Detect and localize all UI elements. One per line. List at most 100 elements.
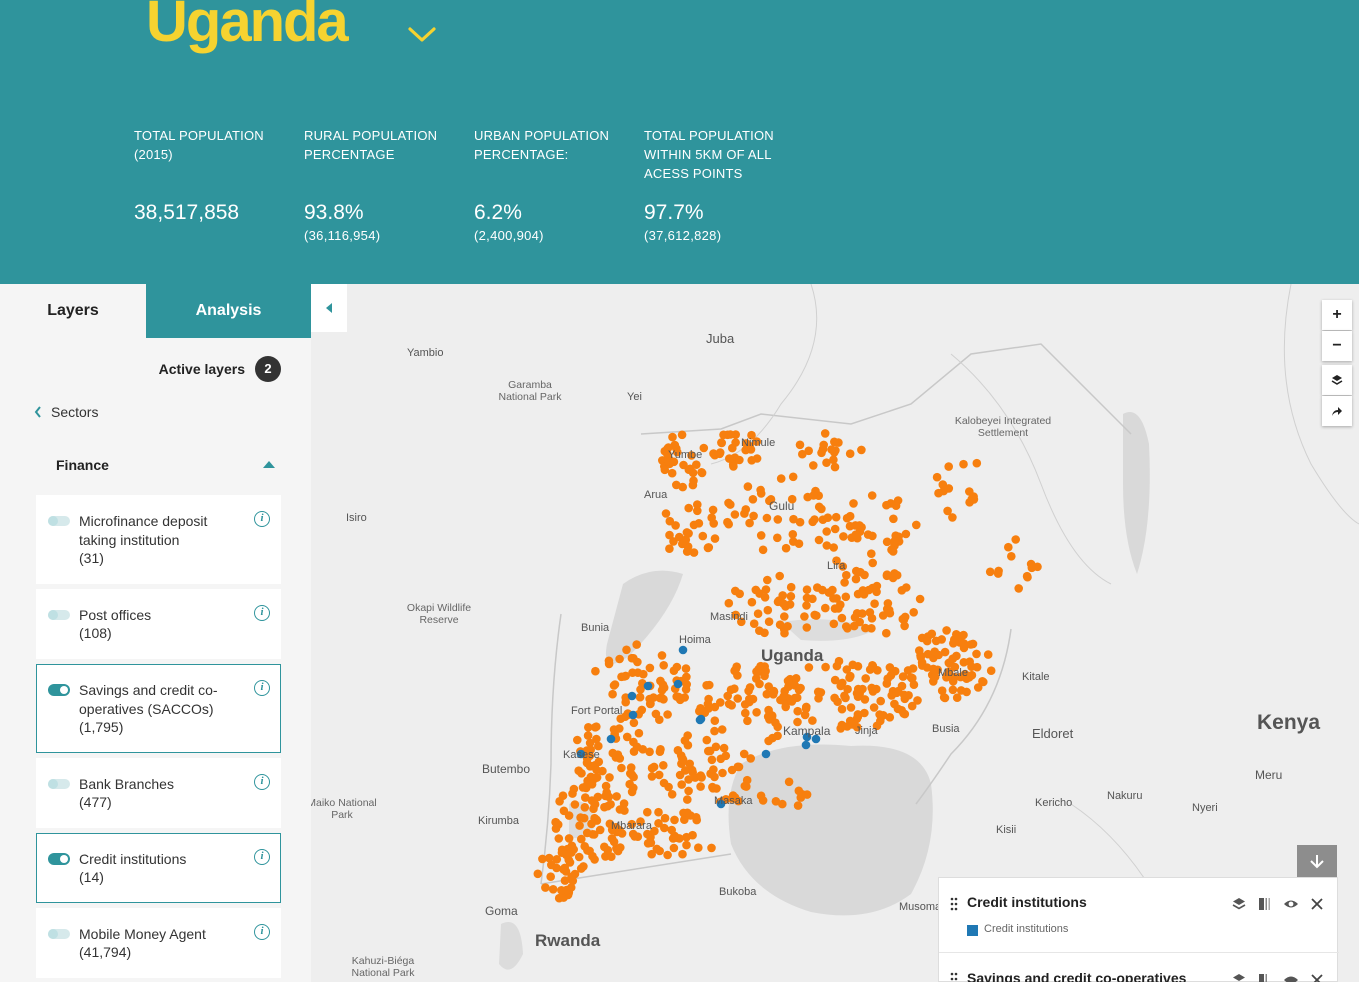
sacco-point[interactable]: [657, 651, 667, 660]
sacco-point[interactable]: [967, 670, 977, 680]
sacco-point[interactable]: [575, 821, 584, 830]
sacco-point[interactable]: [663, 710, 672, 719]
sacco-point[interactable]: [915, 594, 925, 604]
sacco-point[interactable]: [794, 539, 804, 548]
layer-toggle[interactable]: [48, 779, 70, 789]
sacco-point[interactable]: [740, 509, 749, 518]
layer-toggle[interactable]: [48, 610, 70, 620]
sacco-point[interactable]: [684, 503, 693, 513]
sacco-point[interactable]: [748, 495, 758, 504]
sacco-point[interactable]: [659, 661, 668, 670]
sacco-point[interactable]: [595, 825, 605, 835]
sacco-point[interactable]: [868, 558, 877, 568]
sacco-point[interactable]: [551, 818, 561, 827]
share-button[interactable]: [1322, 396, 1352, 426]
sacco-point[interactable]: [709, 519, 718, 528]
sacco-point[interactable]: [972, 458, 982, 468]
sacco-point[interactable]: [665, 544, 674, 553]
layer-toggle[interactable]: [48, 853, 70, 865]
sacco-point[interactable]: [692, 460, 701, 469]
sacco-point[interactable]: [574, 852, 584, 862]
sacco-point[interactable]: [993, 569, 1003, 578]
sacco-point[interactable]: [773, 515, 783, 524]
sacco-point[interactable]: [592, 765, 601, 775]
eye-icon[interactable]: [1283, 972, 1299, 982]
sacco-point[interactable]: [659, 778, 669, 788]
sacco-point[interactable]: [962, 687, 971, 697]
sacco-point[interactable]: [867, 491, 877, 500]
sacco-point[interactable]: [629, 783, 638, 793]
sacco-point[interactable]: [830, 675, 840, 685]
sacco-point[interactable]: [883, 674, 892, 683]
sacco-point[interactable]: [558, 791, 568, 800]
sacco-point[interactable]: [660, 823, 669, 833]
sacco-point[interactable]: [781, 543, 791, 553]
sacco-point[interactable]: [755, 626, 764, 635]
sacco-point[interactable]: [645, 663, 655, 673]
sacco-point[interactable]: [582, 828, 592, 838]
sacco-point[interactable]: [932, 472, 942, 482]
sacco-point[interactable]: [900, 621, 909, 631]
sacco-point[interactable]: [609, 725, 619, 734]
sacco-point[interactable]: [559, 865, 568, 874]
sacco-point[interactable]: [667, 825, 676, 835]
sacco-point[interactable]: [655, 747, 665, 756]
sacco-point[interactable]: [709, 449, 718, 458]
sacco-point[interactable]: [717, 725, 727, 734]
chevron-down-icon[interactable]: [406, 22, 438, 46]
sacco-point[interactable]: [985, 567, 995, 577]
sacco-point[interactable]: [622, 645, 631, 655]
sacco-point[interactable]: [800, 612, 809, 621]
sacco-point[interactable]: [764, 617, 774, 626]
credit-institution-point[interactable]: [643, 681, 653, 691]
sacco-point[interactable]: [723, 517, 732, 527]
layer-card-credit-institutions[interactable]: Credit institutions (14) i: [36, 833, 281, 903]
sacco-point[interactable]: [710, 716, 720, 725]
sacco-point[interactable]: [813, 583, 822, 592]
sacco-point[interactable]: [710, 534, 720, 543]
sacco-point[interactable]: [972, 649, 981, 659]
sacco-point[interactable]: [940, 693, 950, 703]
sacco-point[interactable]: [739, 749, 749, 759]
sacco-point[interactable]: [885, 608, 895, 618]
sacco-point[interactable]: [678, 755, 688, 764]
layer-card-bank-branches[interactable]: Bank Branches (477) i: [36, 758, 281, 828]
sacco-point[interactable]: [906, 673, 916, 682]
sacco-point[interactable]: [678, 849, 687, 859]
sacco-point[interactable]: [719, 743, 729, 753]
sacco-point[interactable]: [837, 704, 847, 714]
sacco-point[interactable]: [922, 636, 932, 646]
sacco-point[interactable]: [667, 790, 677, 799]
sacco-point[interactable]: [655, 715, 664, 724]
layer-card-saccos[interactable]: Savings and credit co-operatives (SACCOs…: [36, 664, 281, 753]
sacco-point[interactable]: [591, 666, 600, 676]
credit-institution-point[interactable]: [628, 710, 638, 720]
sacco-point[interactable]: [707, 755, 717, 765]
sacco-point[interactable]: [636, 685, 645, 694]
sacco-point[interactable]: [812, 611, 821, 620]
sacco-point[interactable]: [745, 683, 755, 692]
sacco-point[interactable]: [654, 770, 664, 780]
sacco-point[interactable]: [697, 468, 707, 478]
sacco-point[interactable]: [573, 735, 582, 745]
sacco-point[interactable]: [557, 848, 567, 857]
sacco-point[interactable]: [786, 582, 796, 592]
sacco-point[interactable]: [979, 677, 988, 687]
sacco-point[interactable]: [691, 813, 701, 822]
sacco-point[interactable]: [674, 692, 683, 702]
sacco-point[interactable]: [645, 747, 654, 757]
sacco-point[interactable]: [604, 659, 614, 669]
opacity-icon[interactable]: [1257, 972, 1273, 982]
sacco-point[interactable]: [649, 762, 659, 772]
sacco-point[interactable]: [576, 864, 586, 873]
sacco-point[interactable]: [1022, 571, 1032, 581]
opacity-icon[interactable]: [1257, 896, 1273, 912]
sacco-point[interactable]: [913, 696, 922, 705]
sacco-point[interactable]: [882, 628, 891, 638]
credit-institution-point[interactable]: [801, 740, 811, 750]
sacco-point[interactable]: [788, 530, 798, 539]
sacco-point[interactable]: [814, 694, 823, 703]
sacco-point[interactable]: [576, 813, 585, 822]
sacco-point[interactable]: [743, 716, 752, 726]
sacco-point[interactable]: [801, 704, 811, 713]
